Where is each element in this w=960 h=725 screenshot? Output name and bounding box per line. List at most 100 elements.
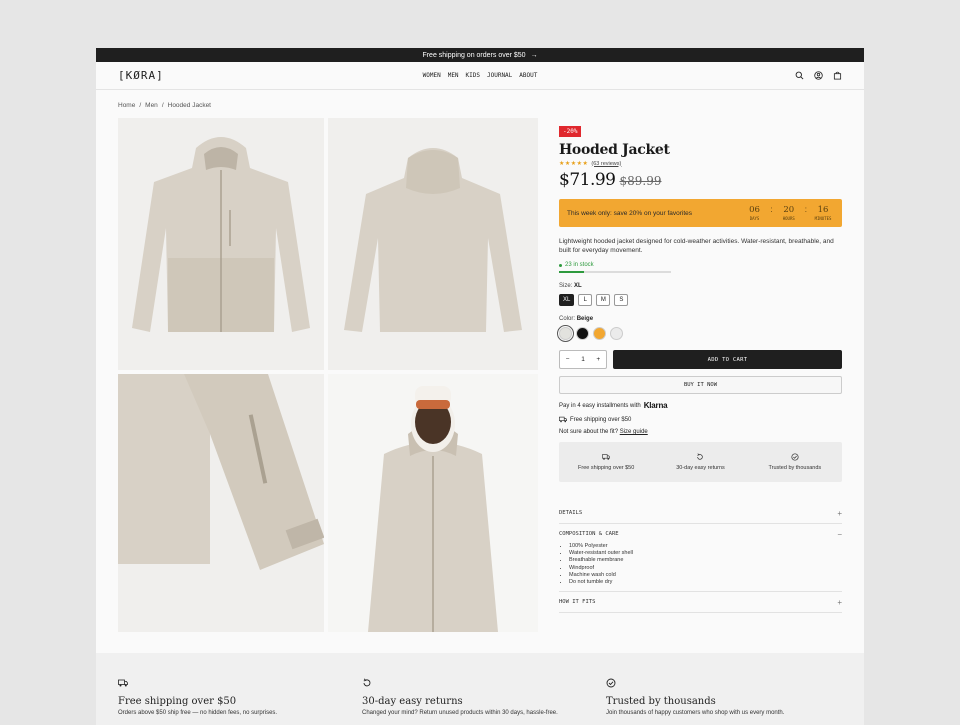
shipping-text: Free shipping over $50 (570, 416, 632, 423)
jacket-back-image (344, 148, 522, 332)
timer-label: MINUTES (814, 216, 832, 221)
timer-minutes: 16 MINUTES (812, 205, 834, 221)
accordion-header[interactable]: COMPOSITION & CARE − (559, 524, 842, 544)
rating: ★★★★★ (63 reviews) (559, 160, 842, 168)
sleeve-detail-image (118, 374, 324, 570)
nav-item-journal[interactable]: JOURNAL (487, 72, 512, 79)
truck-icon (118, 679, 128, 687)
timer-hours: 20 HOURS (778, 205, 800, 221)
trust-item-shipping: Free shipping over $50 (559, 453, 653, 471)
list-item: Water-resistant outer shell (569, 550, 842, 557)
timer-label: DAYS (749, 216, 760, 221)
color-swatch-light-grey[interactable] (610, 327, 623, 341)
size-option-s[interactable]: S (614, 294, 629, 307)
accordion: DETAILS + COMPOSITION & CARE − 100% Poly… (559, 503, 842, 614)
size-option-xl[interactable]: XL (559, 294, 575, 307)
size-options: XL L M S (559, 294, 842, 307)
countdown-timer: 06 DAYS : 20 HOURS : 16 MINUTES (744, 205, 834, 221)
discount-badge: -20% (559, 126, 582, 137)
truck-icon (602, 454, 611, 460)
arrow-right-icon: → (530, 51, 538, 59)
search-icon[interactable] (795, 71, 804, 80)
product-info: -20% Hooded Jacket ★★★★★ (63 reviews) $7… (557, 120, 842, 614)
main-nav: WOMEN MEN KIDS JOURNAL ABOUT (96, 72, 864, 79)
feature-title: Trusted by thousands (606, 696, 716, 707)
breadcrumb-home[interactable]: Home (118, 102, 135, 109)
accordion-title: DETAILS (559, 510, 583, 517)
nav-item-kids[interactable]: KIDS (466, 72, 480, 79)
selected-size: XL (574, 283, 582, 290)
list-item: Do not tumble dry (569, 579, 842, 586)
timer-value: 20 (783, 205, 795, 215)
list-item: Machine wash cold (569, 572, 842, 579)
product-description: Lightweight hooded jacket designed for c… (559, 238, 834, 255)
size-label: Size: XL (559, 283, 842, 289)
buy-now-button[interactable]: BUY IT NOW (559, 376, 842, 395)
feature-text: Join thousands of happy customers who sh… (606, 710, 785, 716)
accordion-header[interactable]: HOW IT FITS + (559, 592, 842, 612)
announcement-text: Free shipping on orders over $50 (422, 51, 526, 59)
gallery-image-back[interactable] (328, 118, 538, 370)
list-item: 100% Polyester (569, 543, 842, 550)
announcement-bar[interactable]: Free shipping on orders over $50 → (96, 48, 864, 62)
installments-text: Pay in 4 easy installments with (559, 402, 641, 409)
trust-label: Free shipping over $50 (578, 465, 635, 472)
site-header: [KØRA] WOMEN MEN KIDS JOURNAL ABOUT (96, 62, 864, 90)
original-price: $89.99 (619, 174, 662, 188)
trust-item-returns: 30-day easy returns (653, 453, 747, 471)
size-option-l[interactable]: L (578, 294, 593, 307)
cart-row: − 1 + ADD TO CART (559, 350, 842, 370)
color-options (557, 325, 842, 343)
color-swatch-beige[interactable] (557, 325, 574, 343)
stock-status: 23 in stock (559, 262, 842, 268)
return-icon (363, 678, 371, 687)
breadcrumb-men[interactable]: Men (145, 102, 158, 109)
timer-label: HOURS (782, 216, 795, 221)
accordion-title: COMPOSITION & CARE (559, 531, 619, 538)
page-frame: Free shipping on orders over $50 → [KØRA… (96, 48, 864, 725)
gallery-image-sleeve[interactable] (118, 374, 324, 632)
timer-value: 16 (817, 205, 829, 215)
timer-separator: : (770, 205, 773, 214)
feature-text: Orders above $50 ship free — no hidden f… (118, 710, 278, 716)
trust-strip: Free shipping over $50 30-day easy retur… (559, 442, 842, 483)
gallery-image-front[interactable] (118, 118, 324, 370)
color-label: Color: Beige (559, 316, 842, 322)
feature-shipping: Free shipping over $50 Orders above $50 … (118, 678, 338, 716)
reviews-link[interactable]: (63 reviews) (591, 161, 621, 167)
timer-days: 06 DAYS (744, 205, 766, 221)
quantity-increase-button[interactable]: + (596, 356, 600, 363)
truck-icon (559, 416, 567, 423)
accordion-header[interactable]: DETAILS + (559, 503, 842, 523)
bag-icon[interactable] (833, 71, 842, 80)
list-item: Breathable membrane (569, 557, 842, 564)
trust-label: Trusted by thousands (768, 465, 822, 472)
size-guide-link[interactable]: Size guide (620, 429, 648, 435)
size-option-m[interactable]: M (596, 294, 611, 307)
trust-item-trusted: Trusted by thousands (748, 453, 842, 471)
quantity-decrease-button[interactable]: − (566, 356, 570, 363)
nav-item-men[interactable]: MEN (448, 72, 459, 79)
model-image (328, 374, 538, 632)
color-swatch-orange[interactable] (593, 327, 606, 341)
breadcrumb-separator: / (161, 102, 164, 109)
fit-text: Not sure about the fit? (559, 429, 619, 436)
feature-text: Changed your mind? Return unused product… (362, 710, 558, 716)
add-to-cart-button[interactable]: ADD TO CART (613, 350, 842, 370)
color-label-text: Color: (559, 316, 576, 323)
breadcrumb-separator: / (139, 102, 142, 109)
color-swatch-black[interactable] (576, 327, 589, 341)
account-icon[interactable] (814, 71, 823, 80)
logo[interactable]: [KØRA] (118, 69, 164, 82)
quantity-value[interactable]: 1 (581, 356, 585, 363)
header-icons (795, 71, 842, 80)
current-price: $71.99 (559, 170, 616, 190)
nav-item-women[interactable]: WOMEN (423, 72, 441, 79)
stock-dot-icon (559, 263, 562, 267)
feature-title: 30-day easy returns (362, 696, 463, 707)
nav-item-about[interactable]: ABOUT (519, 72, 537, 79)
selected-color: Beige (576, 316, 594, 323)
promo-text: This week only: save 20% on your favorit… (567, 209, 693, 217)
gallery-image-model[interactable] (328, 374, 538, 632)
product-gallery (118, 118, 538, 632)
